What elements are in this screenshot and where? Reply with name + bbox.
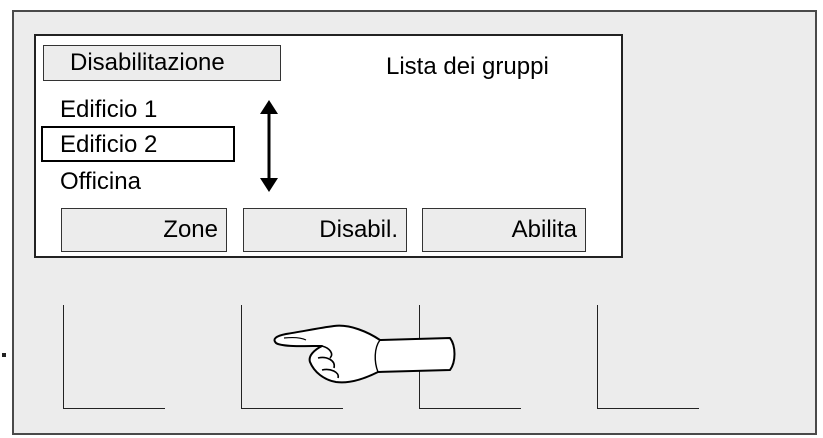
pointing-hand-icon: [273, 324, 456, 384]
display-screen: Disabilitazione Lista dei gruppi Edifici…: [34, 34, 623, 258]
disable-mode-button[interactable]: Disabilitazione: [43, 45, 281, 81]
group-item-officina[interactable]: Officina: [60, 170, 141, 194]
group-item-edificio-2[interactable]: Edificio 2: [60, 133, 157, 157]
disable-button[interactable]: Disabil.: [243, 208, 407, 252]
edge-marker: [2, 353, 6, 357]
up-down-arrow-icon[interactable]: [254, 100, 284, 192]
soft-key-1[interactable]: [63, 305, 165, 409]
soft-key-4[interactable]: [597, 305, 699, 409]
enable-button[interactable]: Abilita: [422, 208, 586, 252]
screen-title: Lista dei gruppi: [386, 53, 549, 80]
group-item-edificio-1[interactable]: Edificio 1: [60, 98, 157, 122]
zone-button[interactable]: Zone: [61, 208, 227, 252]
